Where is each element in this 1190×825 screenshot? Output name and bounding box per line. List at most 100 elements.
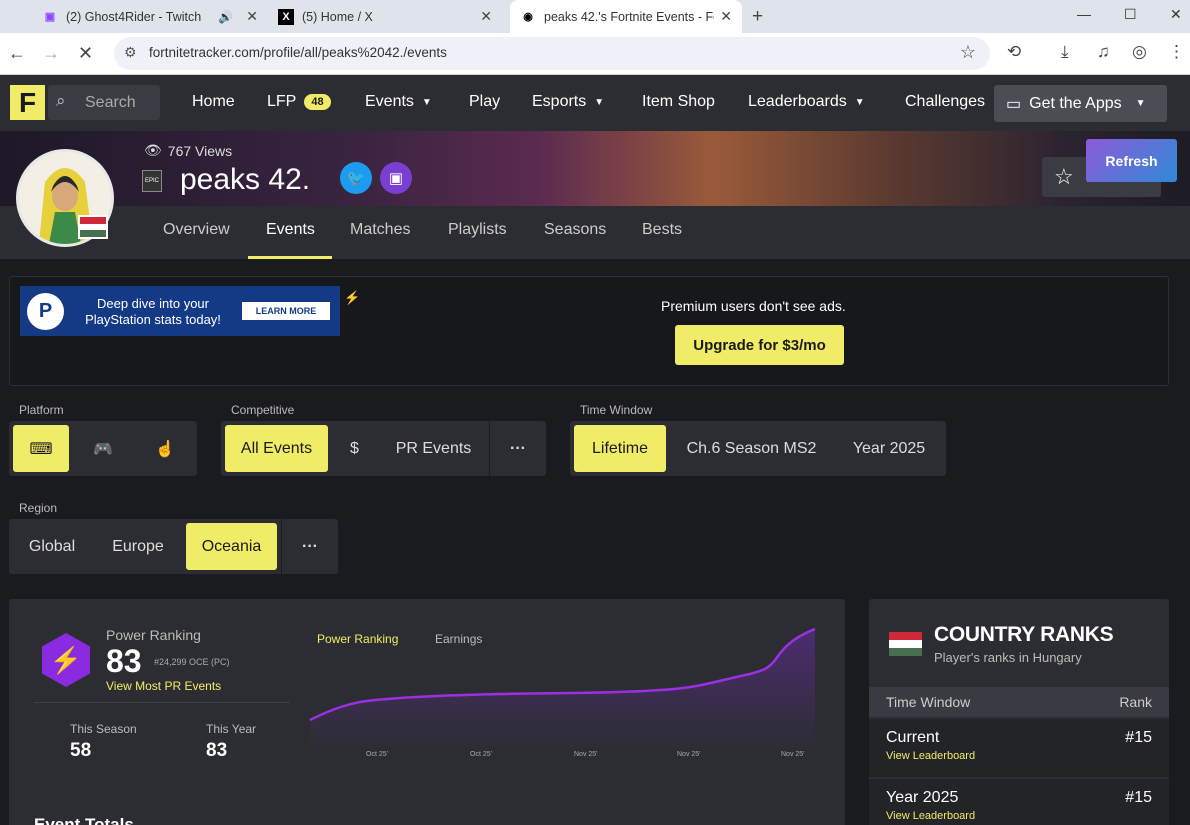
- back-icon[interactable]: ←: [8, 43, 26, 64]
- epic-platform-icon: EPIC: [142, 170, 162, 192]
- x-tick: Nov 25': [781, 751, 805, 758]
- competitive-filter: All Events $ PR Events ···: [221, 421, 546, 476]
- refresh-button[interactable]: Refresh: [1086, 139, 1177, 182]
- more-options-button[interactable]: ···: [493, 425, 543, 472]
- lifetime-button[interactable]: Lifetime: [574, 425, 666, 472]
- nav-label: Item Shop: [642, 93, 715, 110]
- new-tab-icon[interactable]: +: [752, 6, 763, 28]
- nav-label: Esports: [532, 93, 587, 110]
- menu-icon[interactable]: ⋮: [1168, 42, 1185, 62]
- minimize-icon[interactable]: —: [1077, 6, 1091, 22]
- playstation-ad-banner[interactable]: P Deep dive into your PlayStation stats …: [20, 286, 340, 336]
- learn-more-button[interactable]: LEARN MORE: [242, 302, 330, 320]
- nav-home[interactable]: Home: [192, 93, 235, 111]
- pr-events-button[interactable]: PR Events: [381, 425, 486, 472]
- maximize-icon[interactable]: ☐: [1124, 6, 1137, 23]
- event-totals-heading: Event Totals: [34, 815, 134, 825]
- keyboard-icon: ⌨: [29, 440, 53, 458]
- twitter-icon[interactable]: 🐦: [340, 162, 372, 194]
- site-logo[interactable]: F: [10, 85, 45, 120]
- this-season-value: 58: [70, 740, 92, 761]
- this-season-label: This Season: [70, 722, 137, 736]
- region-more-button[interactable]: ···: [285, 523, 335, 570]
- region-europe-button[interactable]: Europe: [97, 523, 179, 570]
- nav-challenges[interactable]: Challenges: [905, 93, 985, 111]
- get-apps-button[interactable]: ▭ Get the Apps ▼: [994, 85, 1167, 122]
- nav-esports[interactable]: Esports ▼: [532, 93, 604, 111]
- platform-controller-button[interactable]: 🎮: [75, 425, 131, 472]
- tab-title: peaks 42.'s Fortnite Events - For: [544, 9, 714, 24]
- time-window-label: Time Window: [580, 403, 653, 417]
- omnibox[interactable]: ⚙ fortnitetracker.com/profile/all/peaks%…: [114, 37, 990, 70]
- search-input[interactable]: ⌕ Search: [48, 85, 160, 120]
- tab-playlists[interactable]: Playlists: [448, 221, 507, 239]
- x-tick: Nov 25': [574, 751, 598, 758]
- download-icon[interactable]: ⤓: [1061, 42, 1069, 62]
- site-info-icon[interactable]: ⚙: [124, 44, 137, 61]
- view-most-pr-events-link[interactable]: View Most PR Events: [106, 679, 221, 693]
- chevron-down-icon: ▼: [594, 96, 605, 108]
- cash-events-button[interactable]: $: [332, 425, 377, 472]
- x-icon: X: [278, 8, 294, 25]
- all-events-button[interactable]: All Events: [225, 425, 328, 472]
- nav-events[interactable]: Events ▼: [365, 93, 432, 111]
- platform-keyboard-button[interactable]: ⌨: [13, 425, 69, 472]
- browser-tab-twitch[interactable]: ▣ (2) Ghost4Rider - Twitch 🔊 ✕: [32, 0, 268, 33]
- forward-icon[interactable]: →: [42, 43, 60, 64]
- url-text: fortnitetracker.com/profile/all/peaks%20…: [149, 45, 447, 60]
- region-filter: Global Europe Oceania ···: [9, 519, 338, 574]
- close-icon[interactable]: ✕: [480, 8, 492, 25]
- country-ranks-card: COUNTRY RANKS Player's ranks in Hungary …: [869, 599, 1169, 825]
- view-leaderboard-link[interactable]: View Leaderboard: [886, 750, 975, 762]
- speaker-icon[interactable]: 🔊: [218, 10, 233, 24]
- row-name: Current: [886, 729, 940, 746]
- platform-touch-button[interactable]: ☝: [137, 425, 193, 472]
- browser-tab-tracker[interactable]: ◉ peaks 42.'s Fortnite Events - For ✕: [510, 0, 742, 33]
- region-label: Region: [19, 501, 58, 515]
- this-year-label: This Year: [206, 722, 257, 736]
- tab-bests[interactable]: Bests: [642, 221, 682, 239]
- upgrade-button[interactable]: Upgrade for $3/mo: [675, 325, 844, 365]
- column-header-time: Time Window: [886, 694, 971, 710]
- country-ranks-subtitle: Player's ranks in Hungary: [934, 650, 1082, 665]
- x-tick: Nov 25': [677, 751, 701, 758]
- nav-leaderboards[interactable]: Leaderboards ▼: [748, 93, 865, 111]
- tab-overview[interactable]: Overview: [163, 221, 230, 239]
- nav-play[interactable]: Play: [469, 93, 500, 111]
- view-leaderboard-link[interactable]: View Leaderboard: [886, 810, 975, 822]
- region-global-button[interactable]: Global: [15, 523, 89, 570]
- power-ranking-rank: #24,299 OCE (PC): [154, 657, 230, 667]
- nav-lfp[interactable]: LFP 48: [267, 93, 331, 111]
- devices-icon: ▭: [1006, 95, 1022, 113]
- views-text: 767 Views: [167, 142, 233, 159]
- nav-label: Home: [192, 93, 235, 110]
- tracker-icon: ◉: [523, 11, 533, 23]
- nav-label: Leaderboards: [748, 93, 847, 110]
- power-ranking-label: Power Ranking: [106, 627, 201, 643]
- close-icon[interactable]: ✕: [720, 8, 732, 25]
- tab-matches[interactable]: Matches: [350, 221, 410, 239]
- profile-icon[interactable]: ◎: [1132, 42, 1147, 62]
- tab-seasons[interactable]: Seasons: [544, 221, 606, 239]
- region-oceania-button[interactable]: Oceania: [186, 523, 277, 570]
- nav-item-shop[interactable]: Item Shop: [642, 93, 715, 111]
- history-icon[interactable]: ⟲: [1007, 42, 1021, 62]
- season-button[interactable]: Ch.6 Season MS2: [673, 425, 830, 472]
- bookmark-star-icon[interactable]: ☆: [960, 42, 976, 63]
- address-bar-row: ← → ✕ ⚙ fortnitetracker.com/profile/all/…: [0, 33, 1190, 75]
- row-rank: #15: [1125, 729, 1152, 746]
- browser-tab-x[interactable]: X (5) Home / X ✕: [268, 0, 502, 33]
- media-icon[interactable]: ♫: [1097, 42, 1110, 62]
- views-count: 👁 767 Views: [144, 142, 232, 159]
- close-icon[interactable]: ✕: [246, 8, 258, 25]
- platform-label: Platform: [19, 403, 64, 417]
- year-button[interactable]: Year 2025: [836, 425, 942, 472]
- premium-text: Premium users don't see ads.: [661, 298, 846, 314]
- twitch-social-icon[interactable]: ▣: [380, 162, 412, 194]
- platform-filter: ⌨ 🎮 ☝: [9, 421, 197, 476]
- reload-icon[interactable]: ✕: [78, 43, 93, 64]
- search-placeholder: Search: [85, 94, 136, 111]
- tab-events[interactable]: Events: [266, 221, 315, 239]
- close-window-icon[interactable]: ✕: [1170, 6, 1182, 23]
- power-ranking-value: 83: [106, 643, 142, 679]
